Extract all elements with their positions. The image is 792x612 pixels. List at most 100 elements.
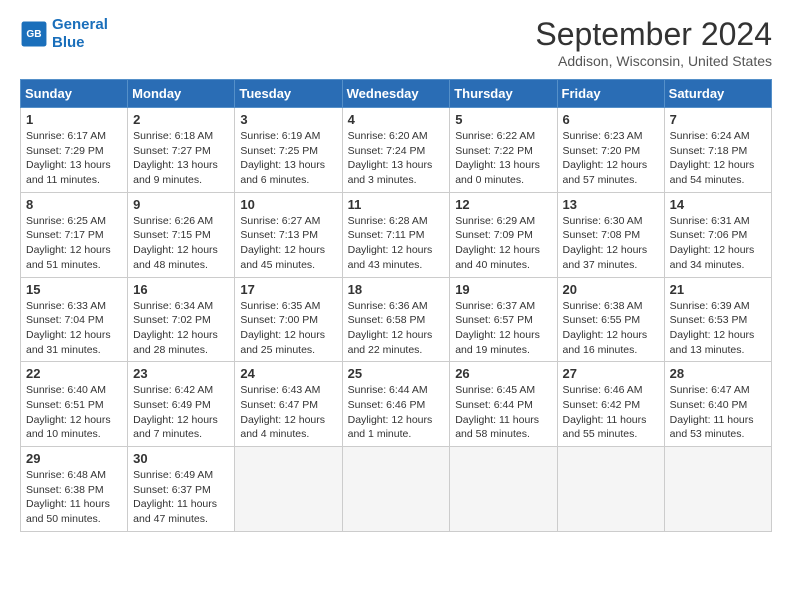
calendar-cell xyxy=(342,447,450,532)
day-number: 11 xyxy=(348,197,445,212)
day-number: 4 xyxy=(348,112,445,127)
calendar-cell: 21 Sunrise: 6:39 AMSunset: 6:53 PMDayligh… xyxy=(664,277,771,362)
day-number: 3 xyxy=(240,112,336,127)
day-number: 2 xyxy=(133,112,229,127)
cell-text: Sunrise: 6:18 AMSunset: 7:27 PMDaylight:… xyxy=(133,129,229,188)
day-number: 25 xyxy=(348,366,445,381)
calendar-cell: 23 Sunrise: 6:42 AMSunset: 6:49 PMDayligh… xyxy=(128,362,235,447)
day-number: 26 xyxy=(455,366,551,381)
day-number: 27 xyxy=(563,366,659,381)
calendar-cell: 18Sunrise: 6:36 AMSunset: 6:58 PMDayligh… xyxy=(342,277,450,362)
cell-text: Sunrise: 6:24 AMSunset: 7:18 PMDaylight:… xyxy=(670,129,766,188)
calendar-cell: 22 Sunrise: 6:40 AMSunset: 6:51 PMDayligh… xyxy=(21,362,128,447)
cell-text: Sunrise: 6:49 AMSunset: 6:37 PMDaylight:… xyxy=(133,468,229,527)
cell-text: Sunrise: 6:42 AMSunset: 6:49 PMDaylight:… xyxy=(133,383,229,442)
calendar-cell: 3 Sunrise: 6:19 AMSunset: 7:25 PMDaylight… xyxy=(235,108,342,193)
calendar-cell: 5 Sunrise: 6:22 AMSunset: 7:22 PMDaylight… xyxy=(450,108,557,193)
cell-text: Sunrise: 6:28 AMSunset: 7:11 PMDaylight:… xyxy=(348,214,445,273)
calendar-cell: 2 Sunrise: 6:18 AMSunset: 7:27 PMDaylight… xyxy=(128,108,235,193)
weekday-header-thursday: Thursday xyxy=(450,80,557,108)
cell-text: Sunrise: 6:44 AMSunset: 6:46 PMDaylight:… xyxy=(348,383,445,442)
cell-text: Sunrise: 6:39 AMSunset: 6:53 PMDaylight:… xyxy=(670,299,766,358)
weekday-header-friday: Friday xyxy=(557,80,664,108)
day-number: 23 xyxy=(133,366,229,381)
week-row-2: 8 Sunrise: 6:25 AMSunset: 7:17 PMDaylight… xyxy=(21,192,772,277)
day-number: 14 xyxy=(670,197,766,212)
day-number: 9 xyxy=(133,197,229,212)
calendar-cell: 28Sunrise: 6:47 AMSunset: 6:40 PMDayligh… xyxy=(664,362,771,447)
week-row-1: 1 Sunrise: 6:17 AMSunset: 7:29 PMDaylight… xyxy=(21,108,772,193)
calendar-cell: 30 Sunrise: 6:49 AMSunset: 6:37 PMDayligh… xyxy=(128,447,235,532)
logo-line1: General xyxy=(52,16,108,33)
calendar-cell: 15Sunrise: 6:33 AMSunset: 7:04 PMDayligh… xyxy=(21,277,128,362)
day-number: 5 xyxy=(455,112,551,127)
calendar-cell: 20 Sunrise: 6:38 AMSunset: 6:55 PMDayligh… xyxy=(557,277,664,362)
logo: GB General Blue xyxy=(20,16,108,52)
calendar-cell: 26 Sunrise: 6:45 AMSunset: 6:44 PMDayligh… xyxy=(450,362,557,447)
cell-text: Sunrise: 6:31 AMSunset: 7:06 PMDaylight:… xyxy=(670,214,766,273)
calendar-cell: 24Sunrise: 6:43 AMSunset: 6:47 PMDayligh… xyxy=(235,362,342,447)
day-number: 12 xyxy=(455,197,551,212)
logo-icon: GB xyxy=(20,20,48,48)
calendar-cell: 12 Sunrise: 6:29 AMSunset: 7:09 PMDayligh… xyxy=(450,192,557,277)
cell-text: Sunrise: 6:40 AMSunset: 6:51 PMDaylight:… xyxy=(26,383,122,442)
day-number: 16 xyxy=(133,282,229,297)
week-row-4: 22 Sunrise: 6:40 AMSunset: 6:51 PMDayligh… xyxy=(21,362,772,447)
cell-text: Sunrise: 6:29 AMSunset: 7:09 PMDaylight:… xyxy=(455,214,551,273)
day-number: 22 xyxy=(26,366,122,381)
calendar-cell xyxy=(450,447,557,532)
cell-text: Sunrise: 6:34 AMSunset: 7:02 PMDaylight:… xyxy=(133,299,229,358)
cell-text: Sunrise: 6:35 AMSunset: 7:00 PMDaylight:… xyxy=(240,299,336,358)
cell-text: Sunrise: 6:17 AMSunset: 7:29 PMDaylight:… xyxy=(26,129,122,188)
cell-text: Sunrise: 6:45 AMSunset: 6:44 PMDaylight:… xyxy=(455,383,551,442)
calendar-cell: 27 Sunrise: 6:46 AMSunset: 6:42 PMDayligh… xyxy=(557,362,664,447)
logo-line2: Blue xyxy=(52,34,108,52)
calendar-cell: 17Sunrise: 6:35 AMSunset: 7:00 PMDayligh… xyxy=(235,277,342,362)
calendar-cell: 29Sunrise: 6:48 AMSunset: 6:38 PMDayligh… xyxy=(21,447,128,532)
day-number: 29 xyxy=(26,451,122,466)
calendar-cell xyxy=(557,447,664,532)
weekday-header-row: SundayMondayTuesdayWednesdayThursdayFrid… xyxy=(21,80,772,108)
day-number: 21 xyxy=(670,282,766,297)
header: GB General Blue September 2024 Addison, … xyxy=(20,16,772,69)
week-row-5: 29Sunrise: 6:48 AMSunset: 6:38 PMDayligh… xyxy=(21,447,772,532)
cell-text: Sunrise: 6:38 AMSunset: 6:55 PMDaylight:… xyxy=(563,299,659,358)
cell-text: Sunrise: 6:25 AMSunset: 7:17 PMDaylight:… xyxy=(26,214,122,273)
cell-text: Sunrise: 6:46 AMSunset: 6:42 PMDaylight:… xyxy=(563,383,659,442)
day-number: 28 xyxy=(670,366,766,381)
calendar-cell: 7 Sunrise: 6:24 AMSunset: 7:18 PMDaylight… xyxy=(664,108,771,193)
day-number: 1 xyxy=(26,112,122,127)
cell-text: Sunrise: 6:27 AMSunset: 7:13 PMDaylight:… xyxy=(240,214,336,273)
weekday-header-saturday: Saturday xyxy=(664,80,771,108)
day-number: 15 xyxy=(26,282,122,297)
cell-text: Sunrise: 6:30 AMSunset: 7:08 PMDaylight:… xyxy=(563,214,659,273)
day-number: 20 xyxy=(563,282,659,297)
calendar-cell xyxy=(664,447,771,532)
calendar-cell: 19 Sunrise: 6:37 AMSunset: 6:57 PMDayligh… xyxy=(450,277,557,362)
calendar-cell: 25 Sunrise: 6:44 AMSunset: 6:46 PMDayligh… xyxy=(342,362,450,447)
day-number: 10 xyxy=(240,197,336,212)
day-number: 7 xyxy=(670,112,766,127)
week-row-3: 15Sunrise: 6:33 AMSunset: 7:04 PMDayligh… xyxy=(21,277,772,362)
calendar-cell: 10 Sunrise: 6:27 AMSunset: 7:13 PMDayligh… xyxy=(235,192,342,277)
weekday-header-sunday: Sunday xyxy=(21,80,128,108)
calendar-cell: 6Sunrise: 6:23 AMSunset: 7:20 PMDaylight… xyxy=(557,108,664,193)
day-number: 19 xyxy=(455,282,551,297)
cell-text: Sunrise: 6:19 AMSunset: 7:25 PMDaylight:… xyxy=(240,129,336,188)
day-number: 6 xyxy=(563,112,659,127)
calendar-cell: 16 Sunrise: 6:34 AMSunset: 7:02 PMDayligh… xyxy=(128,277,235,362)
calendar-cell: 9Sunrise: 6:26 AMSunset: 7:15 PMDaylight… xyxy=(128,192,235,277)
day-number: 13 xyxy=(563,197,659,212)
cell-text: Sunrise: 6:37 AMSunset: 6:57 PMDaylight:… xyxy=(455,299,551,358)
day-number: 8 xyxy=(26,197,122,212)
logo-text: General Blue xyxy=(52,16,108,52)
cell-text: Sunrise: 6:20 AMSunset: 7:24 PMDaylight:… xyxy=(348,129,445,188)
svg-text:GB: GB xyxy=(26,29,41,40)
cell-text: Sunrise: 6:36 AMSunset: 6:58 PMDaylight:… xyxy=(348,299,445,358)
calendar-cell xyxy=(235,447,342,532)
cell-text: Sunrise: 6:43 AMSunset: 6:47 PMDaylight:… xyxy=(240,383,336,442)
cell-text: Sunrise: 6:22 AMSunset: 7:22 PMDaylight:… xyxy=(455,129,551,188)
day-number: 30 xyxy=(133,451,229,466)
calendar-cell: 14 Sunrise: 6:31 AMSunset: 7:06 PMDayligh… xyxy=(664,192,771,277)
title-area: September 2024 Addison, Wisconsin, Unite… xyxy=(535,16,772,69)
